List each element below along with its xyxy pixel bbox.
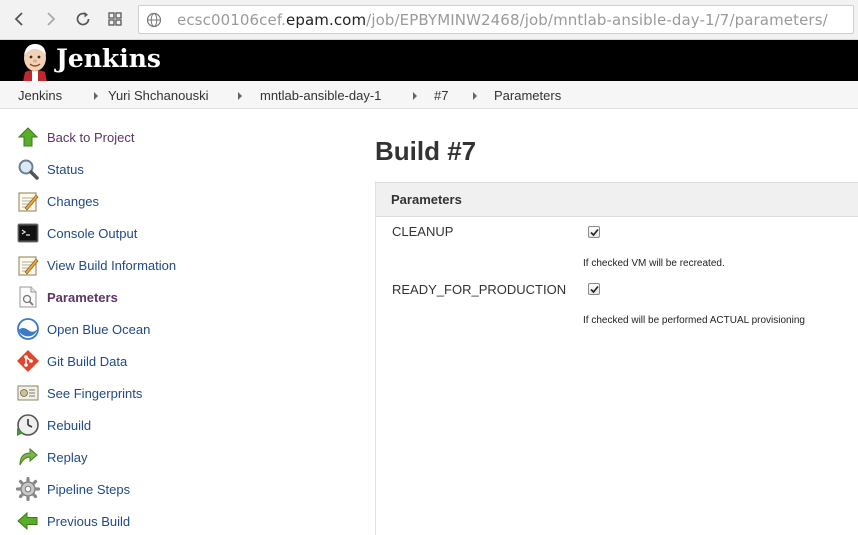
jenkins-header: Jenkins xyxy=(0,40,858,82)
sidebar-item-label: Changes xyxy=(47,193,100,209)
document-search-icon xyxy=(16,285,40,309)
sidebar-item-parameters[interactable]: Parameters xyxy=(16,285,296,309)
git-icon xyxy=(16,349,40,373)
browser-toolbar: ecsc00106cef.epam.com/job/EPBYMINW2468/j… xyxy=(0,0,858,40)
fingerprint-icon xyxy=(16,381,40,405)
replay-arrow-icon xyxy=(16,445,40,469)
breadcrumb-chevron-icon[interactable] xyxy=(413,92,417,100)
breadcrumb: Jenkins Yuri Shchanouski mntlab-ansible-… xyxy=(0,81,858,109)
globe-icon xyxy=(146,12,162,33)
reload-icon[interactable] xyxy=(72,8,94,30)
magnifier-icon xyxy=(16,157,40,181)
breadcrumb-user[interactable]: Yuri Shchanouski xyxy=(108,88,208,103)
sidebar-item-open-blue-ocean[interactable]: Open Blue Ocean xyxy=(16,317,296,341)
sidebar-item-back-to-project[interactable]: Back to Project xyxy=(16,125,296,149)
sidebar-item-label: Parameters xyxy=(47,289,118,305)
sidebar-item-replay[interactable]: Replay xyxy=(16,445,296,469)
address-bar[interactable]: ecsc00106cef.epam.com/job/EPBYMINW2468/j… xyxy=(138,5,854,34)
breadcrumb-parameters[interactable]: Parameters xyxy=(494,88,561,103)
parameters-section-header: Parameters xyxy=(376,182,858,217)
clock-icon xyxy=(16,413,40,437)
sidebar-item-previous-build[interactable]: Previous Build xyxy=(16,509,296,533)
jenkins-butler-logo-icon[interactable] xyxy=(17,42,53,82)
sidebar-item-pipeline-steps[interactable]: Pipeline Steps xyxy=(15,476,296,502)
parameter-name-ready-for-production: READY_FOR_PRODUCTION xyxy=(392,282,567,297)
sidebar-item-label: Previous Build xyxy=(47,513,131,529)
sidebar-item-label: Status xyxy=(47,161,84,177)
jenkins-title[interactable]: Jenkins xyxy=(56,44,161,73)
apps-grid-icon[interactable] xyxy=(104,8,126,30)
left-arrow-icon xyxy=(16,509,40,533)
sidebar-item-label: Pipeline Steps xyxy=(47,481,131,497)
sidebar-item-status[interactable]: Status xyxy=(16,157,296,181)
back-icon[interactable] xyxy=(8,8,30,30)
parameter-description: If checked will be performed ACTUAL prov… xyxy=(583,315,805,326)
sidebar-item-rebuild[interactable]: Rebuild xyxy=(16,413,296,437)
notepad-icon xyxy=(16,253,40,277)
sidebar-item-see-fingerprints[interactable]: See Fingerprints xyxy=(16,381,296,405)
page-title: Build #7 xyxy=(375,136,477,166)
sidebar-item-label: See Fingerprints xyxy=(47,385,143,401)
sidebar-item-label: Open Blue Ocean xyxy=(47,321,151,337)
up-arrow-icon xyxy=(16,125,40,149)
sidebar-item-label: View Build Information xyxy=(47,257,177,273)
parameters-section-title: Parameters xyxy=(391,192,462,207)
breadcrumb-chevron-icon[interactable] xyxy=(473,92,477,100)
blue-ocean-icon xyxy=(16,317,40,341)
breadcrumb-job[interactable]: mntlab-ansible-day-1 xyxy=(260,88,381,103)
sidebar-item-label: Replay xyxy=(47,449,88,465)
breadcrumb-build[interactable]: #7 xyxy=(434,88,448,103)
url-text: ecsc00106cef.epam.com/job/EPBYMINW2468/j… xyxy=(177,11,828,29)
sidebar-item-label: Git Build Data xyxy=(47,353,128,369)
cleanup-checkbox[interactable] xyxy=(588,226,600,238)
sidebar-item-label: Console Output xyxy=(47,225,138,241)
notepad-icon xyxy=(16,189,40,213)
breadcrumb-chevron-icon[interactable] xyxy=(94,92,98,100)
sidebar-item-label: Rebuild xyxy=(47,417,92,433)
gear-icon xyxy=(15,476,41,502)
content-divider xyxy=(375,181,376,535)
terminal-icon xyxy=(16,221,40,245)
forward-icon[interactable] xyxy=(40,8,62,30)
sidebar-item-console-output[interactable]: Console Output xyxy=(16,221,296,245)
parameter-name-cleanup: CLEANUP xyxy=(392,224,454,239)
sidebar-item-git-build-data[interactable]: Git Build Data xyxy=(16,349,296,373)
sidebar-item-changes[interactable]: Changes xyxy=(16,189,296,213)
breadcrumb-chevron-icon[interactable] xyxy=(238,92,242,100)
ready-for-production-checkbox[interactable] xyxy=(588,283,600,295)
parameter-description: If checked VM will be recreated. xyxy=(583,258,725,269)
breadcrumb-jenkins[interactable]: Jenkins xyxy=(18,88,62,103)
sidebar-item-view-build-information[interactable]: View Build Information xyxy=(16,253,296,277)
sidebar-item-label: Back to Project xyxy=(47,129,135,145)
